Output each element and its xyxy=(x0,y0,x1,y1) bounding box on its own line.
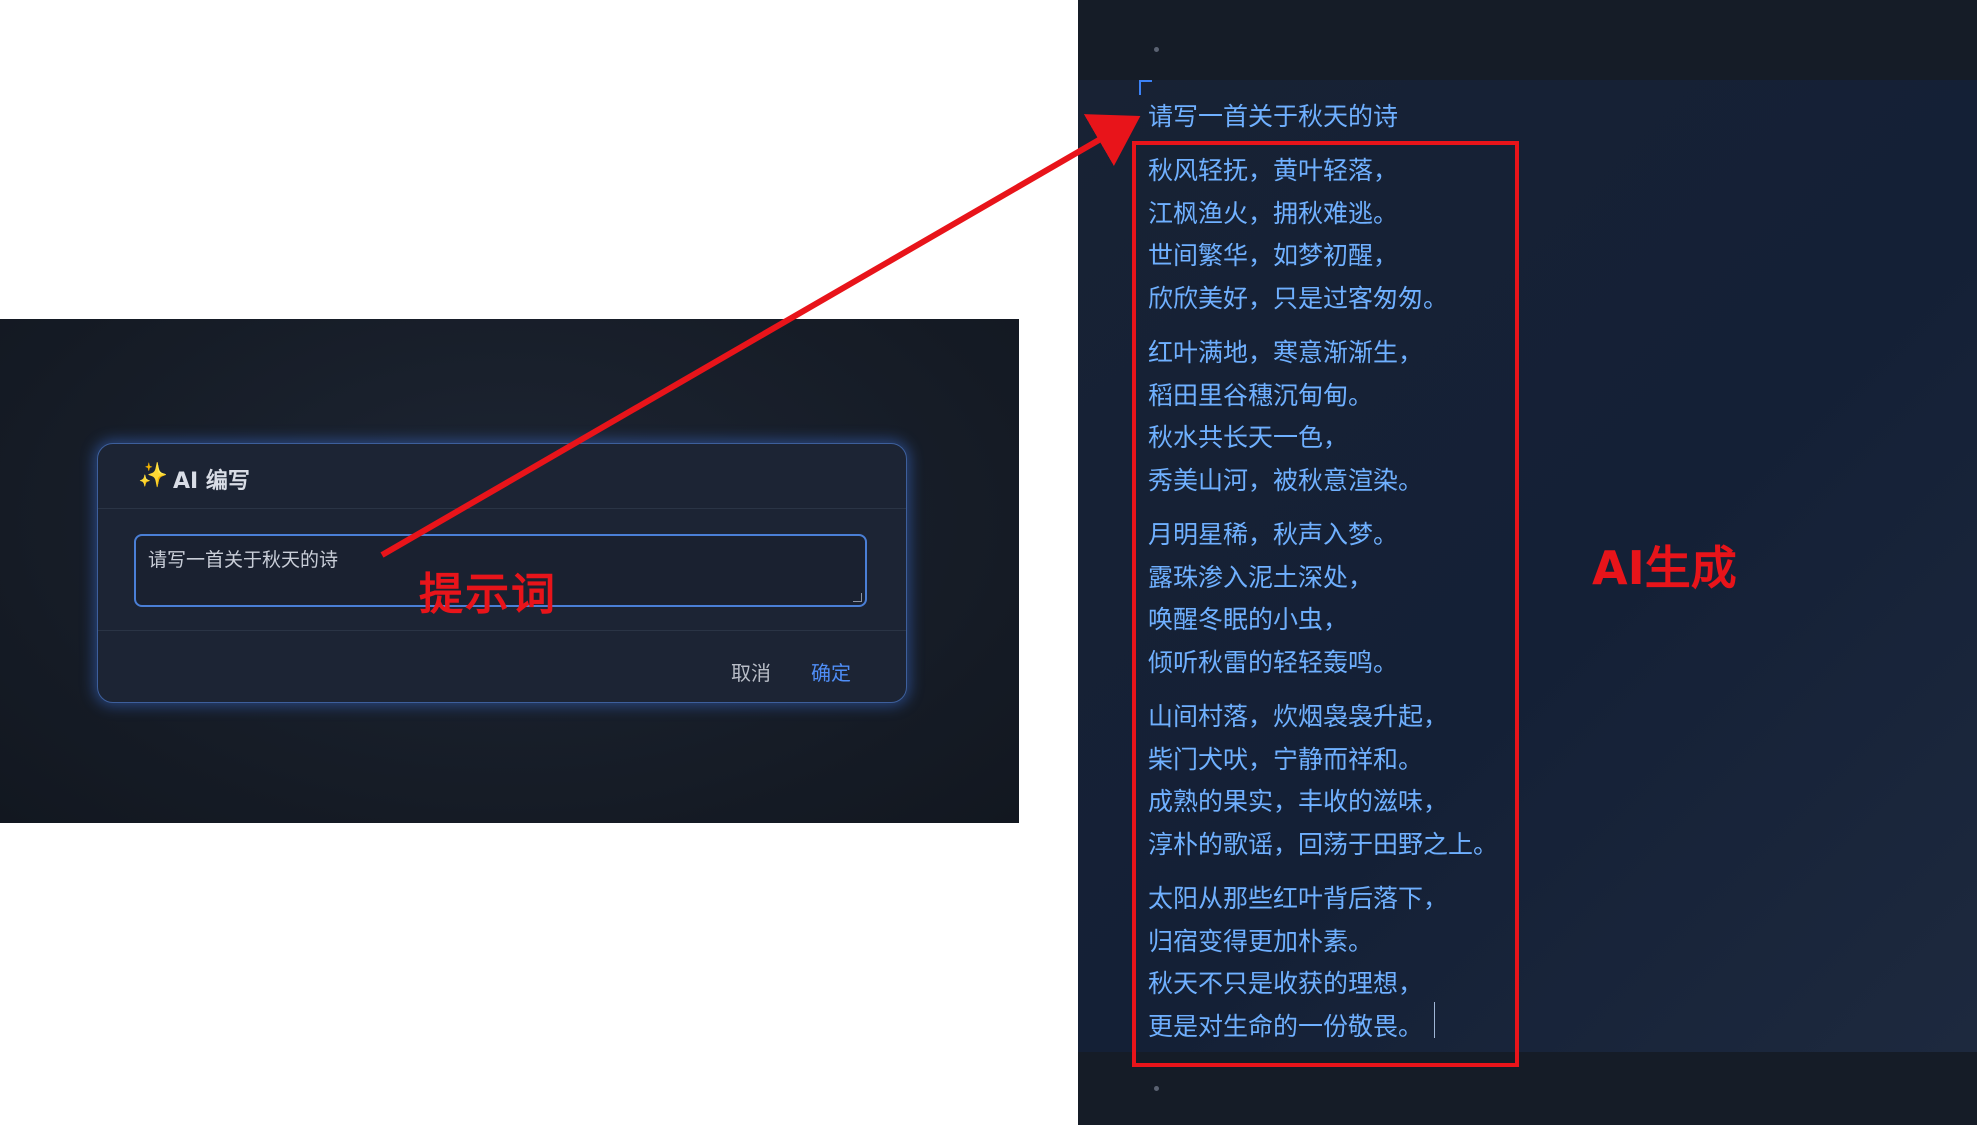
dialog-footer-divider xyxy=(98,630,906,631)
cancel-button[interactable]: 取消 xyxy=(731,657,771,686)
ai-output-highlight-box xyxy=(1132,141,1519,1067)
drag-handle-dot[interactable] xyxy=(1154,1086,1159,1091)
dialog-header: ✨ AI 编写 xyxy=(98,444,906,509)
ai-annotation-label: AI生成 xyxy=(1592,541,1737,595)
prompt-annotation-label: 提示词 xyxy=(419,569,557,620)
resize-handle-icon[interactable] xyxy=(853,593,862,602)
prompt-echo: 请写一首关于秋天的诗 xyxy=(1148,102,1399,131)
prompt-input-value: 请写一首关于秋天的诗 xyxy=(148,549,339,571)
dialog-title: AI 编写 xyxy=(173,469,250,494)
editor-top-strip xyxy=(1078,0,1977,80)
selection-bracket-icon xyxy=(1139,80,1152,95)
confirm-button[interactable]: 确定 xyxy=(811,657,851,686)
sparkle-icon: ✨ xyxy=(138,461,168,489)
drag-handle-dot[interactable] xyxy=(1154,47,1159,52)
